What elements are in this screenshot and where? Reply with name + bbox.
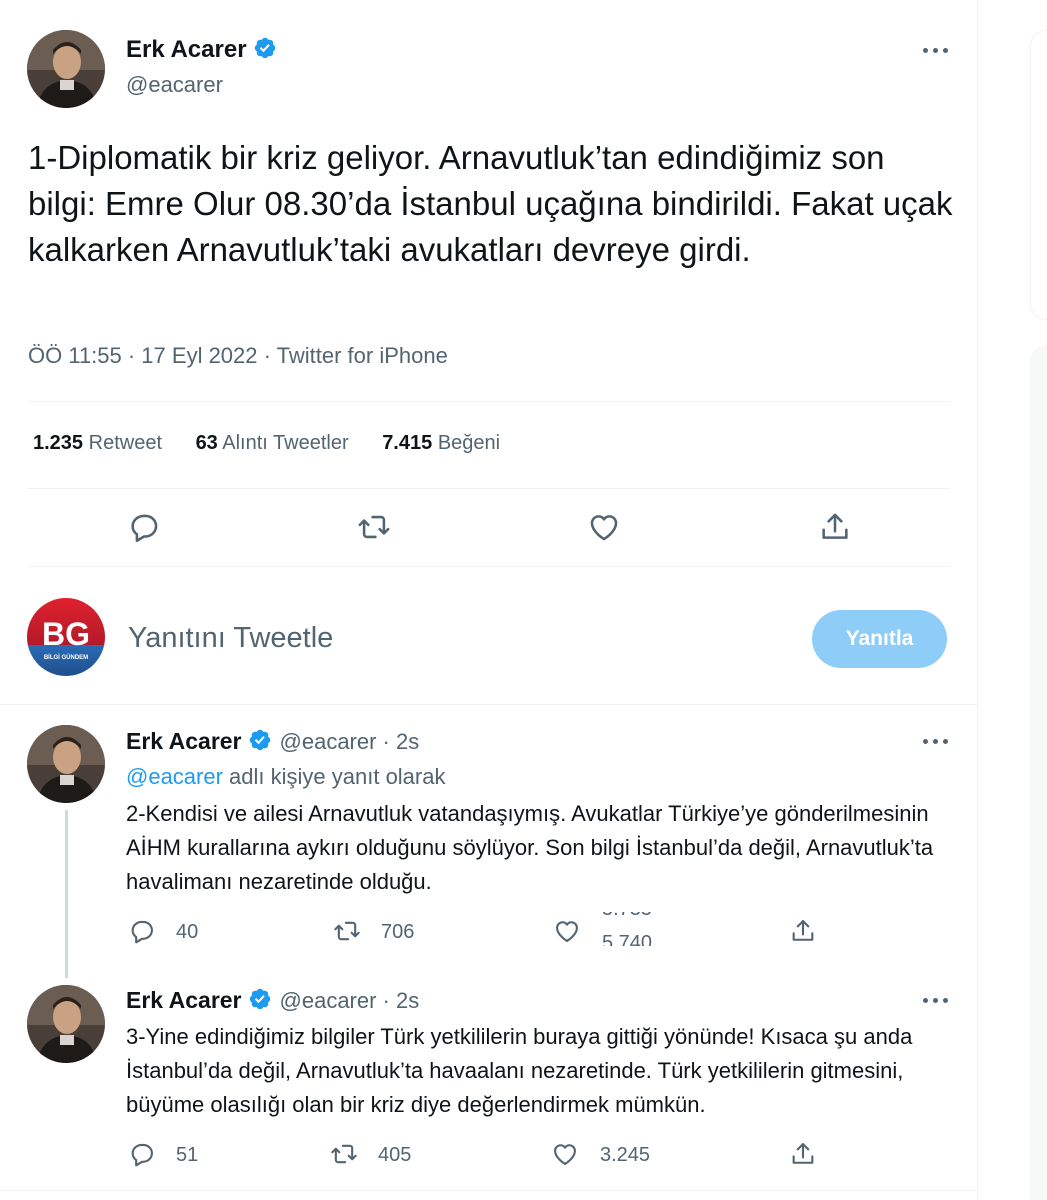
quote-count: 63 <box>195 432 218 454</box>
reply-icon[interactable] <box>127 510 161 544</box>
like-count-animating: 5.735 5.740 <box>602 912 662 946</box>
retweet-icon[interactable] <box>330 1140 358 1168</box>
tweet-text: 1-Diplomatik bir kriz geliyor. Arnavutlu… <box>28 139 953 268</box>
verified-badge-icon <box>249 729 270 751</box>
like-label: Beğeni <box>437 432 501 454</box>
author-name-text: Erk Acarer <box>126 36 247 63</box>
divider <box>28 488 950 489</box>
author-handle[interactable]: @eacarer <box>126 72 223 98</box>
like-count: 5.740 <box>602 932 653 946</box>
avatar-photo <box>27 985 105 1063</box>
reply-handle-time[interactable]: @eacarer · 2s <box>280 729 420 754</box>
share-icon[interactable] <box>789 917 817 945</box>
reply-text: 2-Kendisi ve ailesi Arnavutluk vatandaşı… <box>126 801 934 894</box>
like-count: 3.245 <box>600 1144 651 1166</box>
replying-to-text: adlı kişiye yanıt olarak <box>222 764 446 789</box>
retweet-count: 405 <box>378 1144 412 1166</box>
reply-author-name[interactable]: Erk Acarer @eacarer · 2s <box>126 987 419 1014</box>
like-icon[interactable] <box>587 510 621 544</box>
reply-count: 40 <box>176 921 199 943</box>
tweet-stats: 1.235 Retweet 63 Alıntı Tweetler 7.415 B… <box>33 432 528 455</box>
quote-label: Alıntı Tweetler <box>222 432 349 454</box>
bg-logo-subtext: BİLGİ GÜNDEM <box>44 654 88 661</box>
verified-badge-icon <box>254 37 275 59</box>
reply-compose-input[interactable]: Yanıtını Tweetle <box>128 622 333 655</box>
more-options-icon[interactable] <box>921 44 951 58</box>
reply-icon[interactable] <box>128 1140 156 1168</box>
bg-logo-icon: BG BİLGİ GÜNDEM <box>27 598 105 676</box>
like-stat[interactable]: 7.415 Beğeni <box>382 432 500 455</box>
share-icon[interactable] <box>789 1140 817 1168</box>
reply-author-name[interactable]: Erk Acarer @eacarer · 2s <box>126 728 419 755</box>
like-icon[interactable] <box>553 917 581 945</box>
retweet-count: 706 <box>381 921 415 943</box>
tweet-timestamp[interactable]: ÖÖ 11:55 · 17 Eyl 2022 · Twitter for iPh… <box>28 343 448 369</box>
author-avatar[interactable] <box>27 30 105 108</box>
reply-author-name-text: Erk Acarer <box>126 728 242 754</box>
reply-submit-button[interactable]: Yanıtla <box>812 610 947 668</box>
reply-text: 3-Yine edindiğimiz bilgiler Türk yetkili… <box>126 1024 913 1117</box>
bg-logo-text: BG <box>42 616 90 652</box>
sidebar-panel <box>1030 345 1047 1200</box>
divider <box>0 704 978 705</box>
reply-author-avatar[interactable] <box>27 725 105 803</box>
retweet-count: 1.235 <box>33 432 84 454</box>
replying-to-handle-link[interactable]: @eacarer <box>126 764 223 789</box>
divider <box>0 1190 978 1191</box>
reply-icon[interactable] <box>128 917 156 945</box>
retweet-icon[interactable] <box>357 510 391 544</box>
divider <box>28 566 950 567</box>
thread-connector-line <box>65 810 68 978</box>
reply-handle-time[interactable]: @eacarer · 2s <box>280 988 420 1013</box>
timeline-column: Erk Acarer @eacarer 1-Diplomatik bir kri… <box>0 0 978 1200</box>
more-options-icon[interactable] <box>921 735 951 749</box>
more-options-icon[interactable] <box>921 994 951 1008</box>
like-count: 7.415 <box>382 432 433 454</box>
reply-count: 51 <box>176 1144 199 1166</box>
retweet-label: Retweet <box>88 432 162 454</box>
share-icon[interactable] <box>818 510 852 544</box>
like-icon[interactable] <box>551 1140 579 1168</box>
reply-author-avatar[interactable] <box>27 985 105 1063</box>
author-name[interactable]: Erk Acarer <box>126 36 277 64</box>
retweet-stat[interactable]: 1.235 Retweet <box>33 432 162 455</box>
retweet-icon[interactable] <box>333 917 361 945</box>
avatar-photo <box>27 725 105 803</box>
replying-to: @eacarer adlı kişiye yanıt olarak <box>126 764 445 790</box>
quote-stat[interactable]: 63 Alıntı Tweetler <box>196 432 349 455</box>
avatar-photo <box>27 30 105 108</box>
divider <box>28 401 950 402</box>
sidebar-card <box>1030 30 1047 320</box>
verified-badge-icon <box>249 988 270 1010</box>
like-count-previous: 5.735 <box>602 912 652 921</box>
current-user-avatar[interactable]: BG BİLGİ GÜNDEM <box>27 598 105 676</box>
reply-author-name-text: Erk Acarer <box>126 987 242 1013</box>
